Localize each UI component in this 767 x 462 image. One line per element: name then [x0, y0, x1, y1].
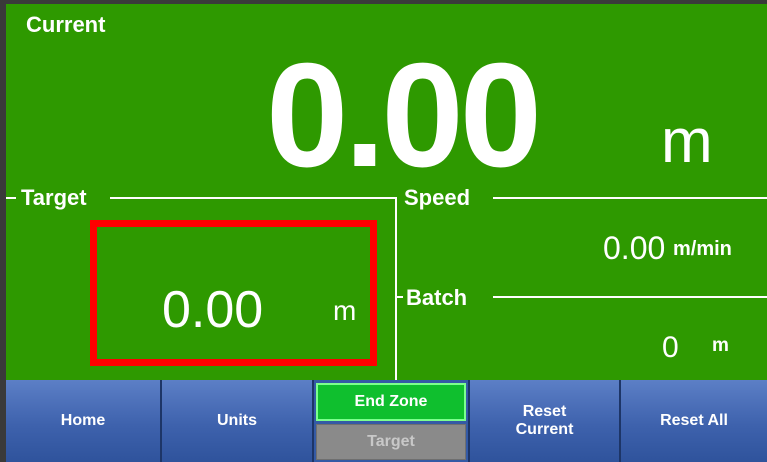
- zone-button-group: End Zone Target: [314, 380, 470, 462]
- reset-all-button[interactable]: Reset All: [621, 380, 767, 462]
- end-zone-button[interactable]: End Zone: [316, 383, 466, 421]
- home-button[interactable]: Home: [6, 380, 162, 462]
- bottom-nav: Home Units End Zone Target Reset Current…: [6, 380, 767, 462]
- batch-label: Batch: [406, 285, 468, 310]
- main-display: Current 0.00 m Target 0.00 m Speed 0.00 …: [6, 4, 767, 380]
- target-mode-button[interactable]: Target: [316, 424, 466, 460]
- current-label: Current: [26, 12, 106, 37]
- speed-divider: [493, 197, 767, 199]
- reset-all-button-label: Reset All: [660, 411, 728, 429]
- speed-unit: m/min: [673, 238, 732, 260]
- target-divider-right: [110, 197, 396, 199]
- home-button-label: Home: [60, 411, 106, 429]
- units-button[interactable]: Units: [162, 380, 314, 462]
- reset-current-label-2: Current: [515, 421, 574, 438]
- units-button-label: Units: [217, 411, 257, 429]
- batch-value: 0: [662, 331, 679, 364]
- batch-divider-left: [397, 296, 403, 298]
- speed-label: Speed: [404, 185, 471, 210]
- current-unit: m: [661, 107, 713, 176]
- target-unit: m: [333, 295, 357, 326]
- target-value: 0.00: [162, 281, 264, 339]
- target-divider-left: [6, 197, 16, 199]
- target-entry-box[interactable]: 0.00 m: [90, 220, 377, 366]
- reset-current-button[interactable]: Reset Current: [470, 380, 621, 462]
- batch-unit: m: [712, 335, 729, 356]
- target-label: Target: [21, 185, 87, 210]
- batch-divider-right: [493, 296, 767, 298]
- reset-current-label-1: Reset: [522, 402, 567, 420]
- current-value: 0.00: [266, 33, 542, 198]
- speed-value: 0.00: [603, 230, 666, 266]
- vertical-divider: [395, 197, 397, 380]
